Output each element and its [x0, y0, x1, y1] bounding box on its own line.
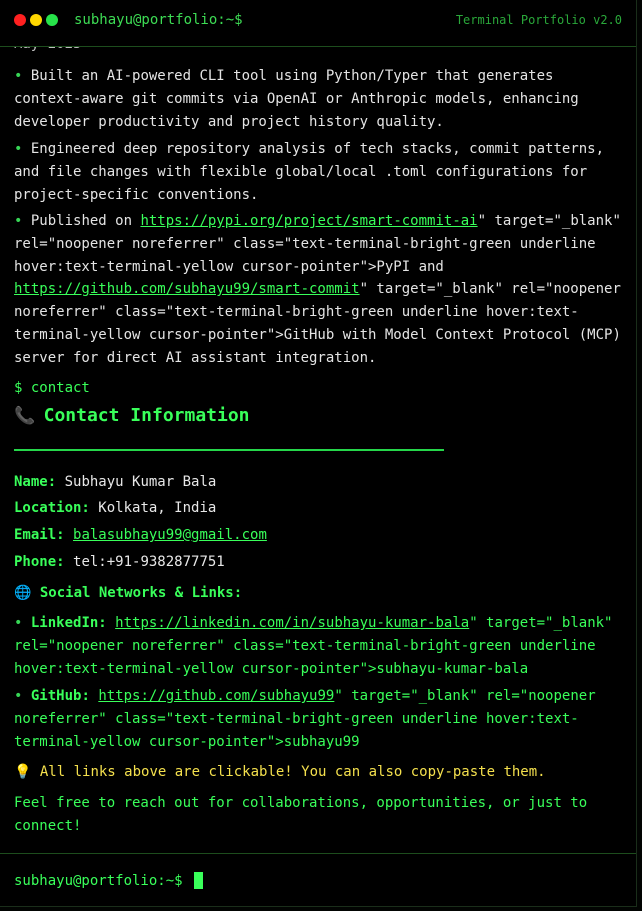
lightbulb-icon: 💡 [14, 764, 32, 780]
title-bar: subhayu@portfolio:~$ Terminal Portfolio … [0, 0, 636, 47]
field-value: tel:+91-9382877751 [73, 554, 225, 570]
bullet-text: Engineered deep repository analysis of t… [14, 141, 605, 203]
field-value: Subhayu Kumar Bala [64, 474, 217, 490]
project-bullet-2: • Engineered deep repository analysis of… [14, 138, 624, 206]
bullet-marker: • [14, 688, 23, 704]
project-bullet-published: • Published on https://pypi.org/project/… [14, 210, 624, 370]
closing-note: Feel free to reach out for collaboration… [14, 795, 588, 834]
minimize-window-button[interactable] [30, 14, 42, 26]
bullet-text: Built an AI-powered CLI tool using Pytho… [14, 68, 579, 130]
bullet-marker: • [14, 68, 23, 84]
terminal-output[interactable]: May 2025 • Built an AI-powered CLI tool … [14, 47, 624, 853]
bullet-marker: • [14, 213, 23, 229]
terminal-window: subhayu@portfolio:~$ Terminal Portfolio … [0, 0, 637, 907]
github-link[interactable]: https://github.com/subhayu99 [98, 688, 334, 704]
field-label: Email: [14, 527, 65, 543]
social-heading: Social Networks & Links: [39, 585, 243, 601]
github-project-link[interactable]: https://github.com/subhayu99/smart-commi… [14, 281, 360, 297]
field-value: Kolkata, India [98, 500, 217, 516]
pypi-link[interactable]: https://pypi.org/project/smart-commit-ai [140, 213, 477, 229]
window-title: Terminal Portfolio v2.0 [455, 13, 622, 27]
contact-field-location: Location: Kolkata, India [14, 497, 624, 520]
project-bullet-1: • Built an AI-powered CLI tool using Pyt… [14, 65, 624, 133]
email-link[interactable]: balasubhayu99@gmail.com [73, 527, 267, 543]
contact-field-phone: Phone: tel:+91-9382877751 [14, 551, 624, 574]
social-link-linkedin: • LinkedIn: https://linkedin.com/in/subh… [14, 612, 624, 680]
published-prefix: Published on [30, 213, 141, 229]
bullet-marker: • [14, 615, 23, 631]
field-label: Location: [14, 500, 90, 516]
social-label: GitHub: [30, 688, 90, 704]
phone-icon: 📞 [14, 406, 36, 426]
contact-field-name: Name: Subhayu Kumar Bala [14, 471, 624, 494]
bullet-marker: • [14, 141, 23, 157]
tip-text: All links above are clickable! You can a… [39, 764, 546, 780]
contact-field-email: Email: balasubhayu99@gmail.com [14, 524, 624, 547]
social-label: LinkedIn: [30, 615, 107, 631]
field-label: Phone: [14, 554, 65, 570]
command-line: $ contact [14, 380, 90, 396]
command-input-bar[interactable]: subhayu@portfolio:~$ [0, 853, 636, 907]
titlebar-prompt: subhayu@portfolio:~$ [74, 12, 243, 28]
social-link-github: • GitHub: https://github.com/subhayu99" … [14, 685, 624, 753]
contact-heading: Contact Information [43, 405, 250, 426]
social-heading-row: 🌐 Social Networks & Links: [14, 582, 624, 605]
close-window-button[interactable] [14, 14, 26, 26]
contact-heading-row: 📞 Contact Information [14, 405, 624, 429]
maximize-window-button[interactable] [46, 14, 58, 26]
text-cursor [194, 872, 203, 889]
linkedin-link[interactable]: https://linkedin.com/in/subhayu-kumar-ba… [115, 615, 469, 631]
tip-row: 💡 All links above are clickable! You can… [14, 761, 624, 784]
input-prompt: subhayu@portfolio:~$ [14, 873, 183, 889]
project-date: May 2025 [14, 47, 81, 56]
heading-divider [14, 449, 444, 451]
field-label: Name: [14, 474, 57, 490]
globe-icon: 🌐 [14, 585, 32, 601]
